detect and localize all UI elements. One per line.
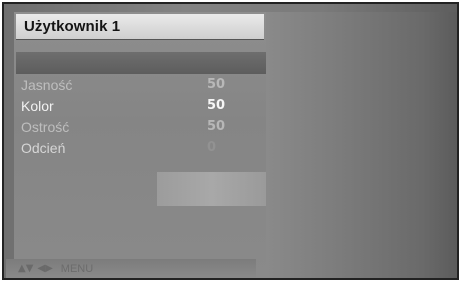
value-slider-block[interactable] [157, 172, 266, 206]
menu-item-value: 50 [207, 119, 226, 134]
footer-menu-label: MENU [60, 263, 94, 275]
menu-item-color[interactable]: Kolor 50 [14, 95, 266, 116]
osd-footer: ▲▼ ◀▶ MENU [6, 259, 256, 278]
up-down-arrows-icon: ▲▼ [18, 263, 34, 274]
selection-highlight-bar [16, 52, 266, 74]
menu-item-value: 0 [207, 140, 217, 155]
left-right-arrows-icon: ◀▶ [37, 263, 53, 274]
osd-header: Użytkownik 1 [16, 14, 264, 40]
menu-item-value: 50 [207, 77, 226, 92]
menu-item-brightness[interactable]: Jasność 50 [14, 74, 266, 95]
picture-settings-list: Jasność 50 Kolor 50 Ostrość 50 Odcień 0 [14, 74, 266, 158]
menu-item-label: Odcień [21, 139, 66, 156]
menu-item-label: Ostrość [21, 118, 70, 135]
menu-item-value: 50 [207, 98, 226, 113]
menu-item-sharpness[interactable]: Ostrość 50 [14, 116, 266, 137]
tv-screen: Użytkownik 1 Jasność 50 Kolor 50 Ostrość… [2, 2, 459, 280]
menu-item-label: Kolor [21, 97, 54, 114]
tv-picture-background [266, 12, 457, 278]
osd-menu-panel: Użytkownik 1 Jasność 50 Kolor 50 Ostrość… [14, 12, 266, 278]
menu-item-label: Jasność [21, 76, 73, 93]
menu-item-tint[interactable]: Odcień 0 [14, 137, 266, 158]
osd-title: Użytkownik 1 [24, 18, 121, 35]
